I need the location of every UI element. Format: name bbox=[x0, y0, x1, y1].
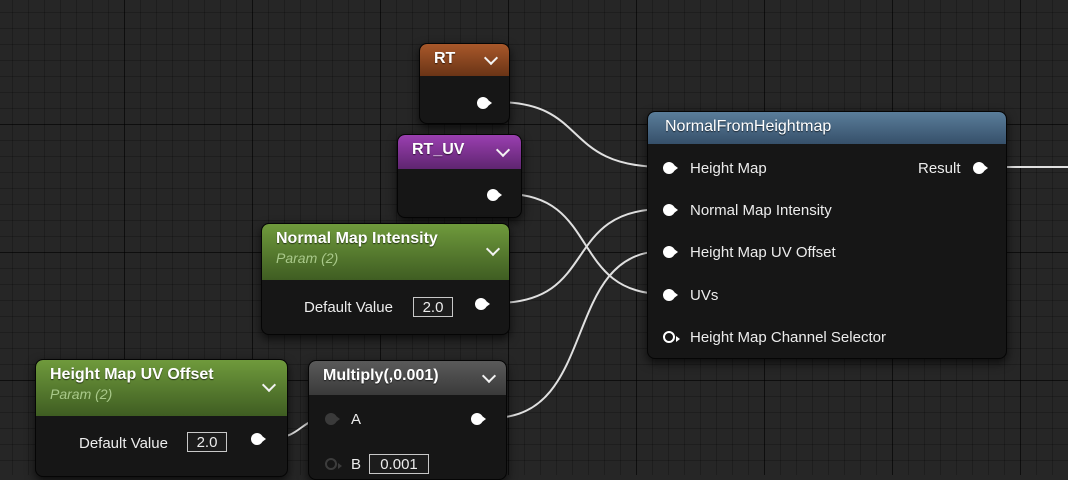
height-map-input-pin[interactable] bbox=[663, 162, 678, 174]
uvs-input-pin[interactable] bbox=[663, 289, 678, 301]
height-map-uv-offset-header[interactable]: Height Map UV Offset Param (2) bbox=[36, 360, 287, 416]
rt-uv-node[interactable]: RT_UV bbox=[397, 134, 522, 218]
default-value-label: Default Value bbox=[79, 435, 168, 452]
normal-map-intensity-output-pin[interactable] bbox=[475, 298, 490, 310]
normal-map-intensity-title: Normal Map Intensity bbox=[276, 230, 438, 247]
uvs-input-label: UVs bbox=[690, 287, 719, 304]
wire-rtuv-to-uvs bbox=[505, 193, 665, 295]
height-map-uv-offset-output-pin[interactable] bbox=[251, 433, 266, 445]
height-map-uv-offset-input-label: Height Map UV Offset bbox=[690, 244, 836, 261]
multiply-input-b-label: B bbox=[351, 456, 362, 473]
result-output-label: Result bbox=[918, 160, 961, 177]
normal-from-heightmap-title: NormalFromHeightmap bbox=[665, 118, 832, 135]
rt-uv-node-header[interactable]: RT_UV bbox=[398, 135, 521, 169]
rt-uv-output-pin[interactable] bbox=[487, 189, 502, 201]
height-map-uv-offset-default-value[interactable]: 2.0 bbox=[187, 432, 227, 452]
normal-map-intensity-default-value[interactable]: 2.0 bbox=[413, 297, 453, 317]
multiply-input-a-pin[interactable] bbox=[325, 413, 340, 425]
multiply-node-header[interactable]: Multiply(,0.001) bbox=[309, 361, 506, 395]
rt-output-pin[interactable] bbox=[477, 97, 492, 109]
multiply-input-b-pin[interactable] bbox=[325, 458, 342, 470]
result-output-pin[interactable] bbox=[973, 162, 988, 174]
normal-from-heightmap-header[interactable]: NormalFromHeightmap bbox=[648, 112, 1006, 144]
height-map-input-label: Height Map bbox=[690, 160, 767, 177]
height-map-uv-offset-subtitle: Param (2) bbox=[50, 386, 113, 402]
multiply-node[interactable]: Multiply(,0.001) A B 0.001 bbox=[308, 360, 507, 480]
material-graph-canvas[interactable]: RT RT_UV Normal Map Intensity Param (2) … bbox=[0, 0, 1068, 480]
normal-map-intensity-input-pin[interactable] bbox=[663, 204, 678, 216]
normal-map-intensity-input-label: Normal Map Intensity bbox=[690, 202, 832, 219]
height-map-channel-selector-input-label: Height Map Channel Selector bbox=[690, 329, 886, 346]
rt-node[interactable]: RT bbox=[419, 43, 510, 124]
normal-from-heightmap-node[interactable]: NormalFromHeightmap Height Map Result No… bbox=[647, 111, 1007, 359]
multiply-node-title: Multiply(,0.001) bbox=[323, 367, 439, 384]
normal-map-intensity-node[interactable]: Normal Map Intensity Param (2) Default V… bbox=[261, 223, 510, 335]
normal-map-intensity-header[interactable]: Normal Map Intensity Param (2) bbox=[262, 224, 509, 280]
wire-intensity-to-normal-map-intensity bbox=[495, 208, 665, 304]
height-map-uv-offset-title: Height Map UV Offset bbox=[50, 366, 214, 383]
multiply-input-a-label: A bbox=[351, 411, 362, 428]
multiply-b-value[interactable]: 0.001 bbox=[369, 454, 429, 474]
height-map-uv-offset-node[interactable]: Height Map UV Offset Param (2) Default V… bbox=[35, 359, 288, 477]
height-map-uv-offset-input-pin[interactable] bbox=[663, 246, 678, 258]
wire-multiply-to-uv-offset bbox=[491, 250, 665, 419]
rt-node-header[interactable]: RT bbox=[420, 44, 509, 76]
multiply-output-pin[interactable] bbox=[471, 413, 486, 425]
normal-map-intensity-subtitle: Param (2) bbox=[276, 250, 339, 266]
height-map-channel-selector-input-pin[interactable] bbox=[663, 331, 680, 343]
rt-uv-node-title: RT_UV bbox=[412, 141, 465, 158]
default-value-label: Default Value bbox=[304, 299, 393, 316]
